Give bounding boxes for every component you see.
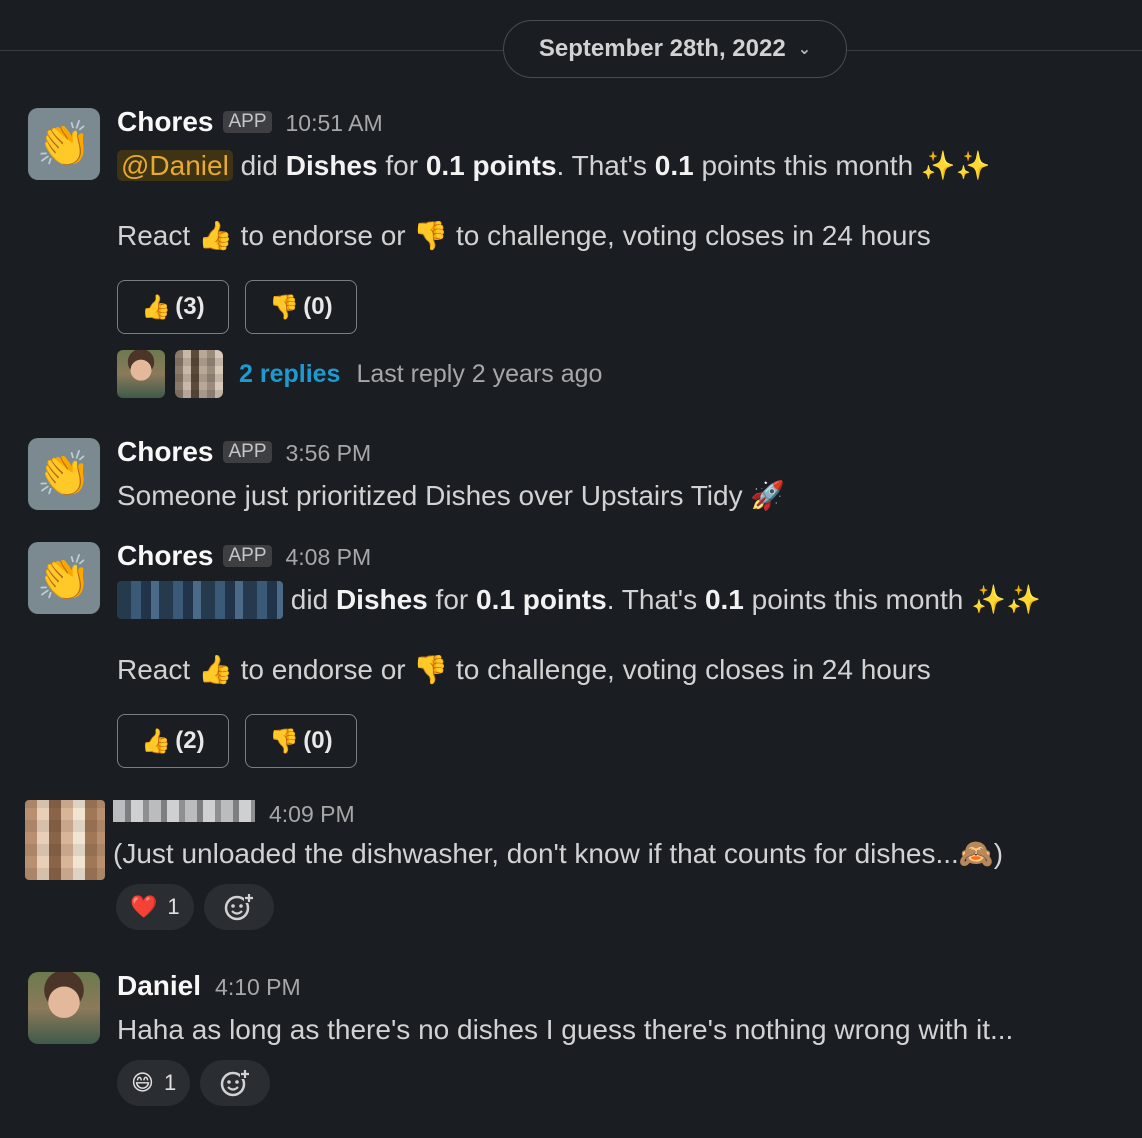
challenge-count: (0) <box>303 293 333 320</box>
clapping-hands-icon: 👏 <box>36 554 92 603</box>
endorse-button[interactable]: 👍 (3) <box>117 280 229 334</box>
month-points: 0.1 <box>704 584 744 615</box>
add-reaction-icon <box>220 1069 251 1097</box>
points-value: 0.1 points <box>425 150 557 181</box>
text: React <box>117 220 191 251</box>
text: points this month <box>701 150 914 181</box>
add-reaction-icon <box>224 893 254 921</box>
thumbs-up-icon: 👍 <box>197 654 233 685</box>
sparkles-icon: ✨✨ <box>920 150 991 181</box>
timestamp[interactable]: 4:08 PM <box>286 544 372 571</box>
endorse-count: (2) <box>175 727 205 754</box>
thumbs-up-icon: 👍 <box>141 727 172 755</box>
timestamp[interactable]: 4:10 PM <box>215 974 301 1001</box>
sender-name[interactable]: Chores <box>117 106 213 138</box>
text: Someone just prioritized Dishes over Ups… <box>117 480 743 511</box>
text: React <box>117 654 191 685</box>
rocket-icon: 🚀 <box>750 480 786 511</box>
reaction-count: 1 <box>167 894 180 919</box>
last-reply-text: Last reply 2 years ago <box>356 359 603 388</box>
grin-reaction[interactable]: 😄 1 <box>117 1060 191 1106</box>
endorse-count: (3) <box>175 293 205 320</box>
thumbs-up-icon: 👍 <box>197 220 233 251</box>
clapping-hands-icon: 👏 <box>36 120 92 169</box>
points-value: 0.1 points <box>476 584 607 615</box>
timestamp[interactable]: 3:56 PM <box>286 440 372 467</box>
message-text: Haha as long as there's no dishes I gues… <box>117 1014 1014 1045</box>
app-avatar[interactable]: 👏 <box>28 438 100 510</box>
text: to challenge, voting closes in 24 hours <box>456 220 931 251</box>
clapping-hands-icon: 👏 <box>36 450 92 499</box>
challenge-button[interactable]: 👎 (0) <box>245 714 357 768</box>
challenge-button[interactable]: 👎 (0) <box>245 280 357 334</box>
app-badge: APP <box>223 545 272 567</box>
app-avatar[interactable]: 👏 <box>28 542 100 614</box>
reply-avatar <box>175 350 223 398</box>
sender-name[interactable]: Chores <box>117 436 213 468</box>
thumbs-down-icon: 👎 <box>413 220 449 251</box>
text: for <box>435 584 469 615</box>
message-text: Someone just prioritized Dishes over Ups… <box>117 476 785 516</box>
endorse-button[interactable]: 👍 (2) <box>117 714 229 768</box>
heart-reaction[interactable]: ❤️ 1 <box>116 884 194 930</box>
text: (Just unloaded the dishwasher, don't kno… <box>113 838 959 869</box>
user-avatar[interactable] <box>25 800 105 880</box>
user-mention[interactable]: @Daniel <box>117 150 233 181</box>
reply-avatar <box>117 350 165 398</box>
message-text: @Daniel did Dishes for 0.1 points. That'… <box>117 146 991 186</box>
replies-link[interactable]: 2 replies <box>239 360 340 389</box>
grinning-face-icon: 😄 <box>131 1070 154 1095</box>
thumbs-up-icon: 👍 <box>141 293 172 321</box>
thread-replies[interactable]: 2 replies Last reply 2 years ago <box>117 350 991 398</box>
text: points this month <box>751 584 964 615</box>
app-badge: APP <box>223 441 272 463</box>
redacted-mention[interactable] <box>117 581 283 619</box>
sender-name[interactable]: Chores <box>117 540 213 572</box>
date-divider-button[interactable]: September 28th, 2022 ⌄ <box>503 20 847 78</box>
see-no-evil-monkey-icon: 🙈 <box>958 838 994 869</box>
message-text: did Dishes for 0.1 points. That's 0.1 po… <box>117 580 1041 620</box>
text: for <box>385 150 419 181</box>
thumbs-down-icon: 👎 <box>269 293 300 321</box>
reaction-count: 1 <box>163 1070 177 1095</box>
user-avatar[interactable] <box>28 972 100 1044</box>
text: . That's <box>606 584 698 615</box>
text: . That's <box>556 150 647 181</box>
redacted-sender-name[interactable] <box>113 800 255 822</box>
thumbs-down-icon: 👎 <box>413 654 449 685</box>
chore-name: Dishes <box>285 150 378 181</box>
message-instructions: React 👍 to endorse or 👎 to challenge, vo… <box>117 216 991 256</box>
thumbs-down-icon: 👎 <box>269 727 300 755</box>
timestamp[interactable]: 4:09 PM <box>269 801 355 828</box>
text: to endorse or <box>240 654 406 685</box>
text: did <box>240 150 278 181</box>
text: did <box>290 584 329 615</box>
message-instructions: React 👍 to endorse or 👎 to challenge, vo… <box>117 650 1041 690</box>
sender-name[interactable]: Daniel <box>117 970 201 1002</box>
app-badge: APP <box>223 111 272 133</box>
chore-name: Dishes <box>335 584 428 615</box>
add-reaction-button[interactable] <box>200 1060 271 1106</box>
text: to challenge, voting closes in 24 hours <box>456 654 931 685</box>
challenge-count: (0) <box>303 727 333 754</box>
chevron-down-icon: ⌄ <box>797 41 812 58</box>
text: to endorse or <box>240 220 406 251</box>
app-avatar[interactable]: 👏 <box>28 108 100 180</box>
sparkles-icon: ✨✨ <box>971 584 1041 615</box>
month-points: 0.1 <box>654 150 694 181</box>
add-reaction-button[interactable] <box>203 884 274 930</box>
message-text: (Just unloaded the dishwasher, don't kno… <box>113 834 1003 874</box>
heart-icon: ❤️ <box>130 894 158 919</box>
date-label: September 28th, 2022 <box>538 35 786 62</box>
text: ) <box>993 838 1004 869</box>
timestamp[interactable]: 10:51 AM <box>286 110 383 137</box>
